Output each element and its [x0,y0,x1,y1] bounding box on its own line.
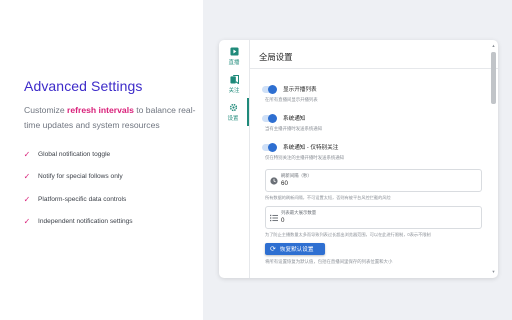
feature-item: ✓ Platform-specific data controls [22,188,133,211]
scrollbar[interactable]: ▲ ▼ [491,44,496,274]
rail-item-follow[interactable]: 关注 [219,70,249,98]
check-icon: ✓ [23,194,31,204]
feature-label: Notify for special follows only [38,173,123,181]
side-rail: 直播 关注 设置 [219,40,250,278]
rail-item-label: 直播 [228,59,240,66]
settings-content: 全局设置 显示开播列表 在所有直播间显示开播列表 系统通知 当有主播开播时发送系… [250,40,498,278]
toggle-label: 系统通知 [283,116,306,122]
title-divider [250,68,498,69]
rail-item-label: 关注 [228,87,240,94]
toggle-system-notify[interactable] [262,114,277,123]
max-count-field[interactable]: 列表最大展示数量 0 [265,206,482,229]
refresh-interval-value[interactable]: 60 [281,180,288,187]
list-icon [270,214,278,222]
settings-panel: 直播 关注 设置 全局设置 显示开播列表 在所有直播间显示开播列表 系统通知 当… [219,40,498,278]
toggle-show-live-list[interactable] [262,85,277,94]
toggle-special-follow-only[interactable] [262,143,277,152]
scroll-up-icon[interactable]: ▲ [491,44,496,48]
play-icon [229,46,239,56]
hero-desc-accent: refresh intervals [66,105,134,115]
toggle-hint: 仅在特别关注的主播开播时发送系统通知 [265,155,345,160]
reset-hint: 将所有设置恢复为默认值，包括在直播间里保存的列表位置和大小 [265,259,393,264]
check-icon: ✓ [23,149,31,159]
scroll-thumb[interactable] [491,52,496,104]
hero-title: Advanced Settings [24,78,143,94]
field-label: 列表最大展示数量 [281,210,317,215]
max-count-value[interactable]: 0 [281,217,284,224]
field-label: 刷新间隔（秒） [281,173,312,178]
hero-desc-prefix: Customize [24,105,67,115]
field-hint: 为了防止主播数量太多而导致列表过长超出浏览器范围，可以在此进行限制，0表示不限制 [265,232,431,237]
rail-item-settings[interactable]: 设置 [219,98,249,126]
bookmark-icon [229,74,239,84]
reset-button-label: 恢复默认设置 [279,247,314,253]
feature-item: ✓ Independent notification settings [22,211,133,234]
refresh-interval-field[interactable]: 刷新间隔（秒） 60 [265,169,482,192]
feature-label: Platform-specific data controls [38,195,127,203]
check-icon: ✓ [23,172,31,182]
feature-label: Global notification toggle [38,150,111,158]
rail-item-label: 设置 [227,115,239,122]
gear-icon [229,103,237,111]
toggle-hint: 当有主播开播时发送系统通知 [265,126,323,131]
toggle-hint: 在所有直播间显示开播列表 [265,97,318,102]
feature-label: Independent notification settings [38,218,133,226]
scroll-down-icon[interactable]: ▼ [491,270,496,274]
intro-pane: Advanced Settings Customize refresh inte… [0,0,203,320]
rail-item-live[interactable]: 直播 [219,42,249,70]
field-hint: 所有数据的刷新间隔，不可设置太短，否则有被平台风控拦截的风险 [265,195,391,200]
check-icon: ✓ [23,217,31,227]
feature-item: ✓ Global notification toggle [22,143,133,166]
hero-description: Customize refresh intervals to balance r… [24,103,199,133]
clock-icon [270,177,278,185]
toggle-label: 系统通知 - 仅特别关注 [283,145,339,151]
toggle-label: 显示开播列表 [283,87,317,93]
reset-defaults-button[interactable]: ⟳ 恢复默认设置 [265,243,325,255]
feature-item: ✓ Notify for special follows only [22,166,133,189]
feature-list: ✓ Global notification toggle ✓ Notify for … [22,143,133,233]
settings-title: 全局设置 [259,52,293,62]
refresh-icon: ⟳ [270,246,276,253]
